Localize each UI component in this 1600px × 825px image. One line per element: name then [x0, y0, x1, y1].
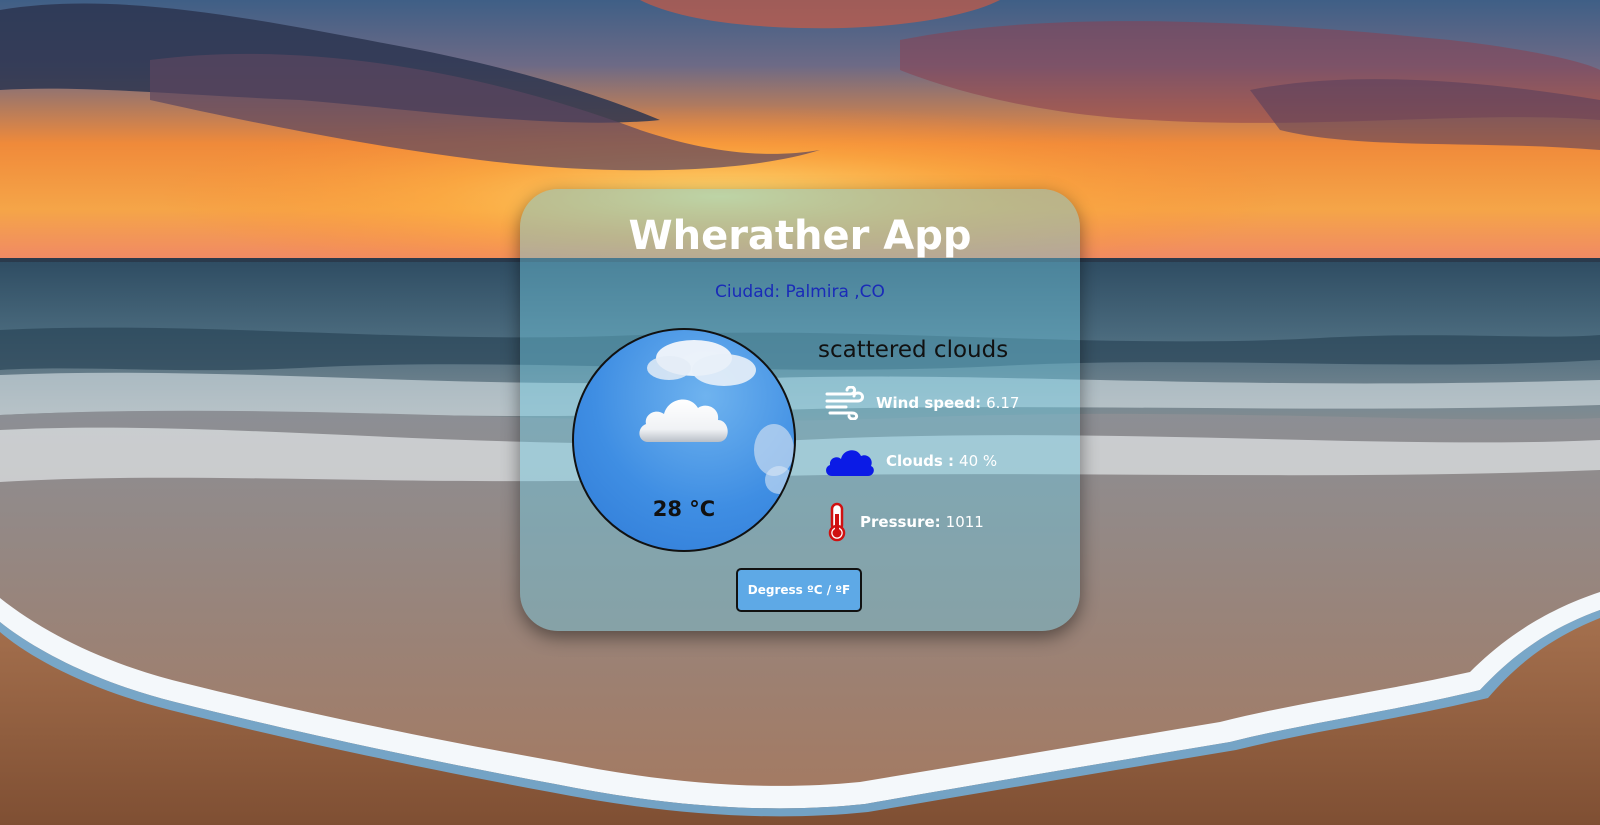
wind-speed-value: 6.17	[986, 394, 1020, 412]
temperature-value: 28 °C	[652, 497, 716, 521]
weather-condition-panel: 28 °C	[572, 328, 796, 552]
wind-icon	[825, 386, 864, 420]
thermometer-icon	[828, 502, 846, 542]
pressure-label: Pressure:	[860, 513, 941, 531]
cloud-icon	[639, 399, 728, 442]
wind-speed-stat: Wind speed: 6.17	[824, 386, 1019, 420]
weather-card: Wherather App Ciudad: Palmira ,CO 28 °C …	[520, 189, 1080, 631]
clouds-value: 40 %	[959, 452, 998, 470]
pressure-stat: Pressure: 1011	[826, 502, 984, 542]
units-toggle-button[interactable]: Degress ºC / ºF	[736, 568, 862, 612]
app-title: Wherather App	[628, 213, 972, 259]
clouds-label: Clouds :	[886, 452, 955, 470]
app-viewport: Wherather App Ciudad: Palmira ,CO 28 °C …	[0, 0, 1600, 825]
clouds-stat: Clouds : 40 %	[824, 445, 997, 477]
city-label: Ciudad: Palmira ,CO	[715, 282, 885, 302]
pressure-value: 1011	[945, 513, 984, 531]
cloud-blue-icon	[826, 450, 874, 476]
weather-description: scattered clouds	[818, 337, 1009, 363]
wind-speed-label: Wind speed:	[876, 394, 982, 412]
